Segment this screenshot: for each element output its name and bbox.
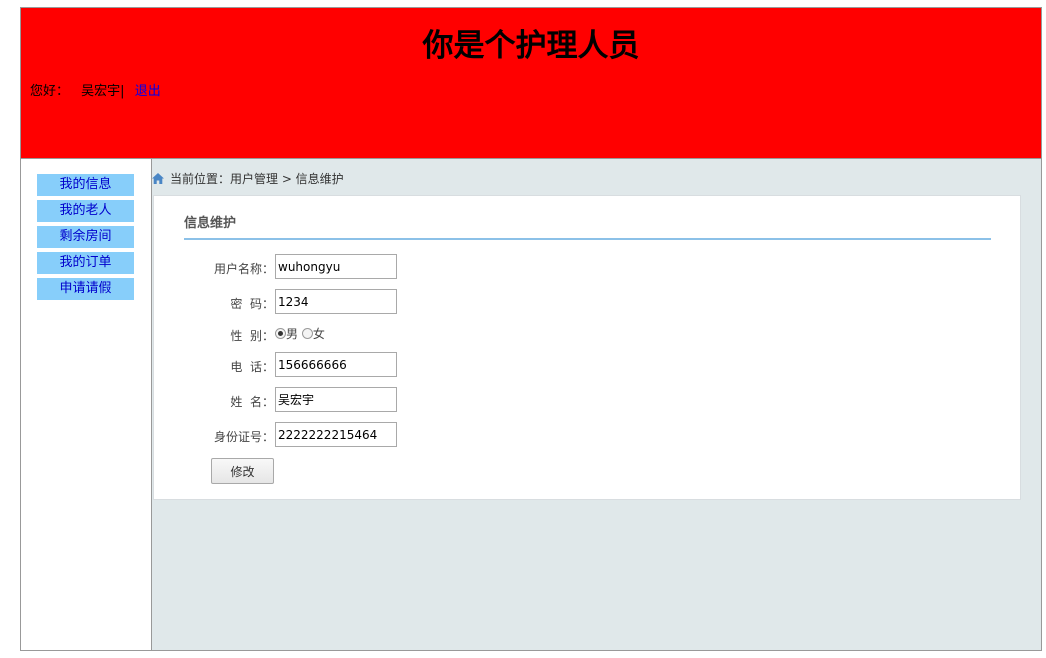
- id-number-input[interactable]: [275, 422, 397, 447]
- password-label: 密 码：: [230, 297, 274, 311]
- breadcrumb: 当前位置：用户管理 > 信息维护: [152, 170, 344, 187]
- phone-input[interactable]: [275, 352, 397, 377]
- password-input[interactable]: [275, 289, 397, 314]
- panel-title: 信息维护: [184, 216, 237, 231]
- breadcrumb-text: 当前位置：用户管理 > 信息维护: [170, 172, 344, 186]
- name-input[interactable]: [275, 387, 397, 412]
- user-greeting: 您好： 吴宏宇| 退出: [30, 80, 161, 99]
- logout-link[interactable]: 退出: [135, 84, 161, 99]
- sidebar-item-my-elders[interactable]: 我的老人: [37, 200, 134, 222]
- greeting-prefix: 您好：: [30, 84, 70, 99]
- page-title: 你是个护理人员: [422, 28, 640, 64]
- gender-female-label: 女: [312, 327, 325, 341]
- info-panel: 信息维护 用户名称： 密 码： 性 别： 男 女 电 话： 姓 名： 身份证号：…: [153, 195, 1021, 500]
- phone-label: 电 话：: [230, 360, 274, 374]
- gender-male-label: 男: [286, 327, 299, 341]
- username-input[interactable]: [275, 254, 397, 279]
- gender-label: 性 别：: [230, 329, 274, 343]
- header: 你是个护理人员 您好： 吴宏宇| 退出: [21, 8, 1041, 158]
- gender-radio-group: 男 女: [275, 325, 325, 342]
- panel-title-underline: [184, 238, 991, 240]
- sidebar-item-rooms[interactable]: 剩余房间: [37, 226, 134, 248]
- username-label: 用户名称：: [213, 262, 274, 276]
- name-label: 姓 名：: [230, 395, 274, 409]
- sidebar-item-my-info[interactable]: 我的信息: [37, 174, 134, 196]
- home-icon: [152, 172, 164, 187]
- main-content: 当前位置：用户管理 > 信息维护 信息维护 用户名称： 密 码： 性 别： 男 …: [152, 159, 1041, 650]
- username: 吴宏宇|: [81, 84, 125, 99]
- sidebar-item-orders[interactable]: 我的订单: [37, 252, 134, 274]
- sidebar-item-leave[interactable]: 申请请假: [37, 278, 134, 300]
- gender-male-radio[interactable]: [275, 328, 286, 339]
- sidebar: 我的信息 我的老人 剩余房间 我的订单 申请请假: [21, 159, 152, 650]
- modify-button[interactable]: 修改: [211, 458, 274, 484]
- id-number-label: 身份证号：: [213, 430, 274, 444]
- gender-female-radio[interactable]: [301, 328, 313, 339]
